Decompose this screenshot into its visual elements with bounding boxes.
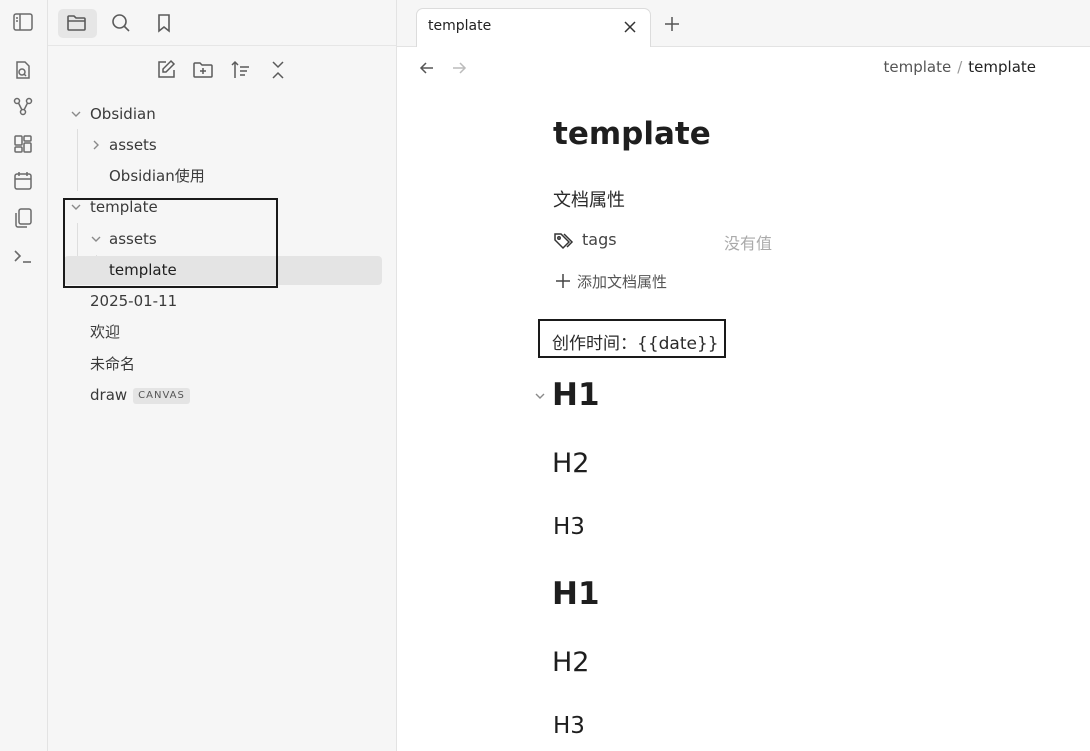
breadcrumb-separator: /: [957, 58, 963, 76]
created-time-line[interactable]: 创作时间：{{date}}: [538, 319, 726, 358]
close-icon[interactable]: [622, 19, 638, 35]
breadcrumb-parent[interactable]: template: [884, 58, 952, 76]
back-arrow-icon[interactable]: [418, 59, 436, 77]
toggle-sidebar-icon[interactable]: [12, 11, 34, 33]
chevron-down-icon: [71, 111, 81, 117]
add-property-button[interactable]: 添加文档属性: [555, 271, 667, 292]
heading-h3[interactable]: H3: [553, 514, 585, 540]
templates-icon[interactable]: [12, 207, 34, 229]
sidebar-divider: [48, 45, 396, 46]
tags-icon: [554, 233, 574, 250]
breadcrumb: template / template: [884, 58, 1037, 76]
editor-pane: template template / template template 文档属性…: [397, 0, 1090, 751]
tree-label: assets: [109, 136, 157, 154]
heading-h3[interactable]: H3: [553, 713, 585, 739]
forward-arrow-icon[interactable]: [450, 59, 468, 77]
new-note-icon[interactable]: [155, 59, 177, 81]
chevron-right-icon: [93, 140, 99, 150]
tree-label: 2025-01-11: [90, 292, 178, 310]
tree-label: Obsidian: [90, 105, 156, 123]
graph-view-icon[interactable]: [12, 96, 34, 118]
tree-label: draw: [90, 386, 128, 404]
tab-bar: template: [397, 0, 1090, 47]
tree-file-obsidian-usage[interactable]: Obsidian使用: [109, 162, 379, 190]
fold-chevron-icon[interactable]: [533, 389, 547, 403]
canvas-badge: CANVAS: [133, 388, 190, 404]
tree-file-welcome[interactable]: 欢迎: [90, 318, 380, 346]
command-palette-icon[interactable]: [12, 245, 34, 267]
created-time-text: 创作时间：{{date}}: [552, 334, 719, 354]
canvas-icon[interactable]: [12, 133, 34, 155]
folder-icon[interactable]: [65, 11, 89, 35]
collapse-all-icon[interactable]: [267, 59, 289, 81]
quick-switcher-icon[interactable]: [12, 59, 34, 81]
breadcrumb-current[interactable]: template: [968, 58, 1036, 76]
annotation-box-template-folder: [63, 198, 278, 288]
indent-guide: [77, 129, 78, 191]
left-ribbon: [0, 0, 48, 751]
tree-label: 欢迎: [90, 323, 121, 341]
add-property-label: 添加文档属性: [577, 273, 668, 291]
file-explorer-sidebar: Obsidian assets Obsidian使用 template asse…: [48, 0, 397, 751]
plus-icon: [556, 274, 570, 288]
tab-title: template: [428, 18, 492, 34]
tree-file-untitled[interactable]: 未命名: [90, 350, 380, 378]
document-title[interactable]: template: [553, 116, 711, 152]
heading-h1[interactable]: H1: [552, 377, 600, 413]
tab-template[interactable]: template: [416, 8, 651, 47]
heading-h2[interactable]: H2: [552, 448, 589, 479]
sort-order-icon[interactable]: [230, 59, 252, 81]
new-tab-plus-icon[interactable]: [663, 15, 681, 33]
tree-label: Obsidian使用: [109, 167, 205, 185]
tags-property-key[interactable]: tags: [582, 230, 617, 249]
new-folder-icon[interactable]: [192, 59, 214, 81]
calendar-icon[interactable]: [12, 170, 34, 192]
bookmark-icon[interactable]: [152, 11, 176, 35]
tree-file-draw[interactable]: draw CANVAS: [90, 381, 380, 409]
search-icon[interactable]: [109, 11, 133, 35]
properties-heading[interactable]: 文档属性: [553, 186, 625, 212]
tree-folder-obsidian[interactable]: Obsidian: [68, 100, 378, 128]
tree-folder-assets[interactable]: assets: [88, 131, 378, 159]
tree-file-date[interactable]: 2025-01-11: [90, 287, 380, 315]
tags-property-value[interactable]: 没有值: [724, 230, 772, 254]
heading-h1[interactable]: H1: [552, 576, 600, 612]
tree-label: 未命名: [90, 355, 136, 373]
heading-h2[interactable]: H2: [552, 647, 589, 678]
